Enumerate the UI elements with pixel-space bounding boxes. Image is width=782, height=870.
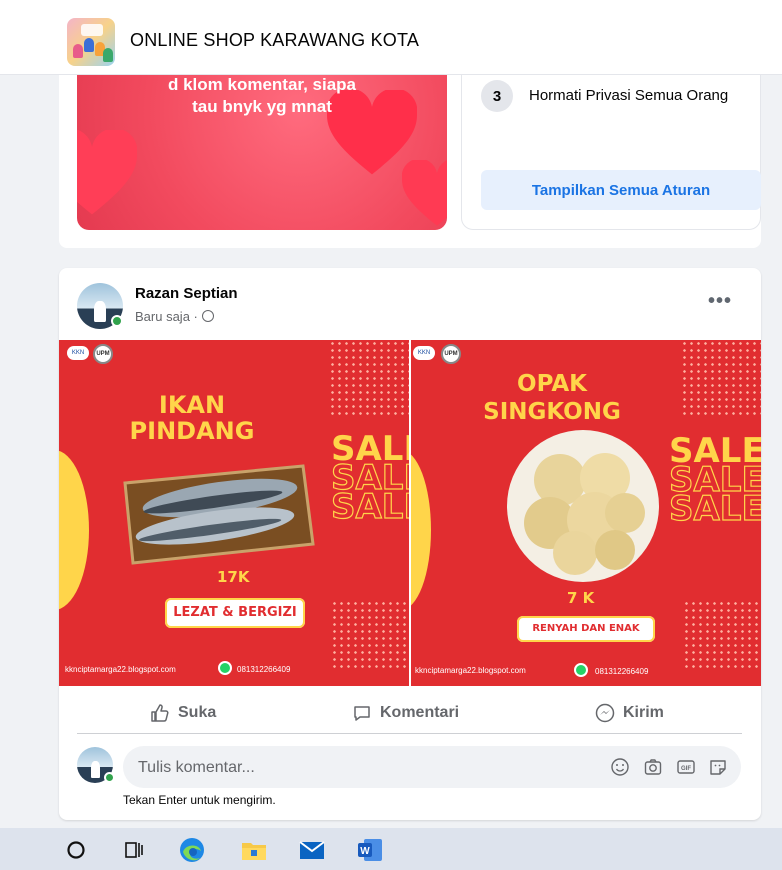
website-text: kknciptamarga22.blogspot.com bbox=[415, 666, 526, 675]
like-label: Suka bbox=[178, 704, 217, 721]
product-title-line1: OPAK bbox=[517, 371, 587, 397]
product-tagline: RENYAH DAN ENAK bbox=[517, 616, 655, 642]
messenger-icon bbox=[595, 703, 615, 723]
phone-text: 081312266409 bbox=[237, 665, 291, 674]
rule-text: Hormati Privasi Semua Orang bbox=[529, 87, 729, 104]
comment-label: Komentari bbox=[380, 704, 460, 721]
taskbar bbox=[0, 828, 782, 870]
emoji-icon[interactable] bbox=[610, 757, 630, 777]
group-avatar[interactable] bbox=[67, 18, 115, 66]
enter-hint: Tekan Enter untuk mengirim. bbox=[123, 793, 276, 807]
task-view-icon[interactable] bbox=[120, 836, 148, 864]
rule-number: 3 bbox=[481, 80, 513, 112]
sticker-icon[interactable] bbox=[708, 757, 728, 777]
divider bbox=[77, 733, 742, 734]
product-image-ikan-pindang[interactable]: KKN UPM IKAN PINDANG SALE SALE SALE 17K … bbox=[59, 340, 409, 686]
gif-icon[interactable]: GIF bbox=[676, 757, 696, 777]
mail-icon[interactable] bbox=[298, 836, 326, 864]
sale-text-outline: SALE bbox=[330, 487, 409, 527]
post-timestamp[interactable]: Baru saja · bbox=[135, 309, 214, 324]
whatsapp-icon bbox=[574, 663, 588, 677]
post-options-button[interactable]: ••• bbox=[702, 290, 738, 316]
website-text: kknciptamarga22.blogspot.com bbox=[65, 665, 176, 674]
comment-button[interactable]: Komentari bbox=[352, 700, 459, 726]
product-tagline: LEZAT & BERGIZI bbox=[165, 598, 305, 628]
logo-badge: KKN bbox=[413, 346, 435, 360]
banner-text: d klom komentar, siapa tau bnyk yg mnat bbox=[167, 75, 356, 116]
whatsapp-icon bbox=[218, 661, 232, 675]
group-title[interactable]: ONLINE SHOP KARAWANG KOTA bbox=[130, 30, 419, 51]
comment-input[interactable] bbox=[138, 758, 538, 778]
globe-icon bbox=[201, 310, 214, 322]
file-explorer-icon[interactable] bbox=[240, 836, 268, 864]
comment-icon bbox=[354, 706, 370, 721]
online-status-indicator bbox=[111, 315, 123, 327]
show-all-rules-button[interactable]: Tampilkan Semua Aturan bbox=[481, 170, 761, 210]
word-icon[interactable]: W bbox=[356, 836, 384, 864]
product-image-opak-singkong[interactable]: KKN UPM OPAK SINGKONG SALE SALE SALE 7 K… bbox=[411, 340, 761, 686]
product-price: 17K bbox=[217, 568, 250, 586]
edge-icon[interactable] bbox=[178, 836, 206, 864]
seal-badge: UPM bbox=[93, 344, 113, 364]
post-time[interactable]: Baru saja · bbox=[135, 309, 198, 324]
svg-text:W: W bbox=[360, 846, 370, 857]
group-header: ONLINE SHOP KARAWANG KOTA bbox=[0, 0, 782, 75]
product-price: 7 K bbox=[567, 589, 595, 607]
send-button[interactable]: Kirim bbox=[595, 700, 664, 726]
product-title-line1: IKAN bbox=[158, 391, 226, 419]
like-button[interactable]: Suka bbox=[150, 700, 216, 726]
post-author-name[interactable]: Razan Septian bbox=[135, 285, 238, 302]
logo-badge: KKN bbox=[67, 346, 89, 360]
product-title-line2: SINGKONG bbox=[483, 399, 621, 425]
heart-decoration-icon bbox=[402, 160, 447, 226]
camera-icon[interactable] bbox=[643, 757, 663, 777]
text-post-banner: d klom komentar, siapa tau bnyk yg mnat bbox=[77, 60, 447, 230]
heart-decoration-icon bbox=[77, 130, 137, 215]
cracker-plate-image bbox=[507, 430, 659, 582]
seal-badge: UPM bbox=[441, 344, 461, 364]
online-status-indicator bbox=[104, 772, 115, 783]
send-label: Kirim bbox=[623, 704, 664, 721]
svg-text:GIF: GIF bbox=[681, 766, 691, 772]
search-icon[interactable] bbox=[62, 836, 90, 864]
fish-basket-image bbox=[123, 464, 315, 565]
sale-text-outline: SALE bbox=[668, 489, 761, 529]
thumbs-up-icon bbox=[151, 704, 169, 722]
product-title-line2: PINDANG bbox=[129, 417, 255, 445]
phone-text: 081312266409 bbox=[595, 667, 649, 676]
